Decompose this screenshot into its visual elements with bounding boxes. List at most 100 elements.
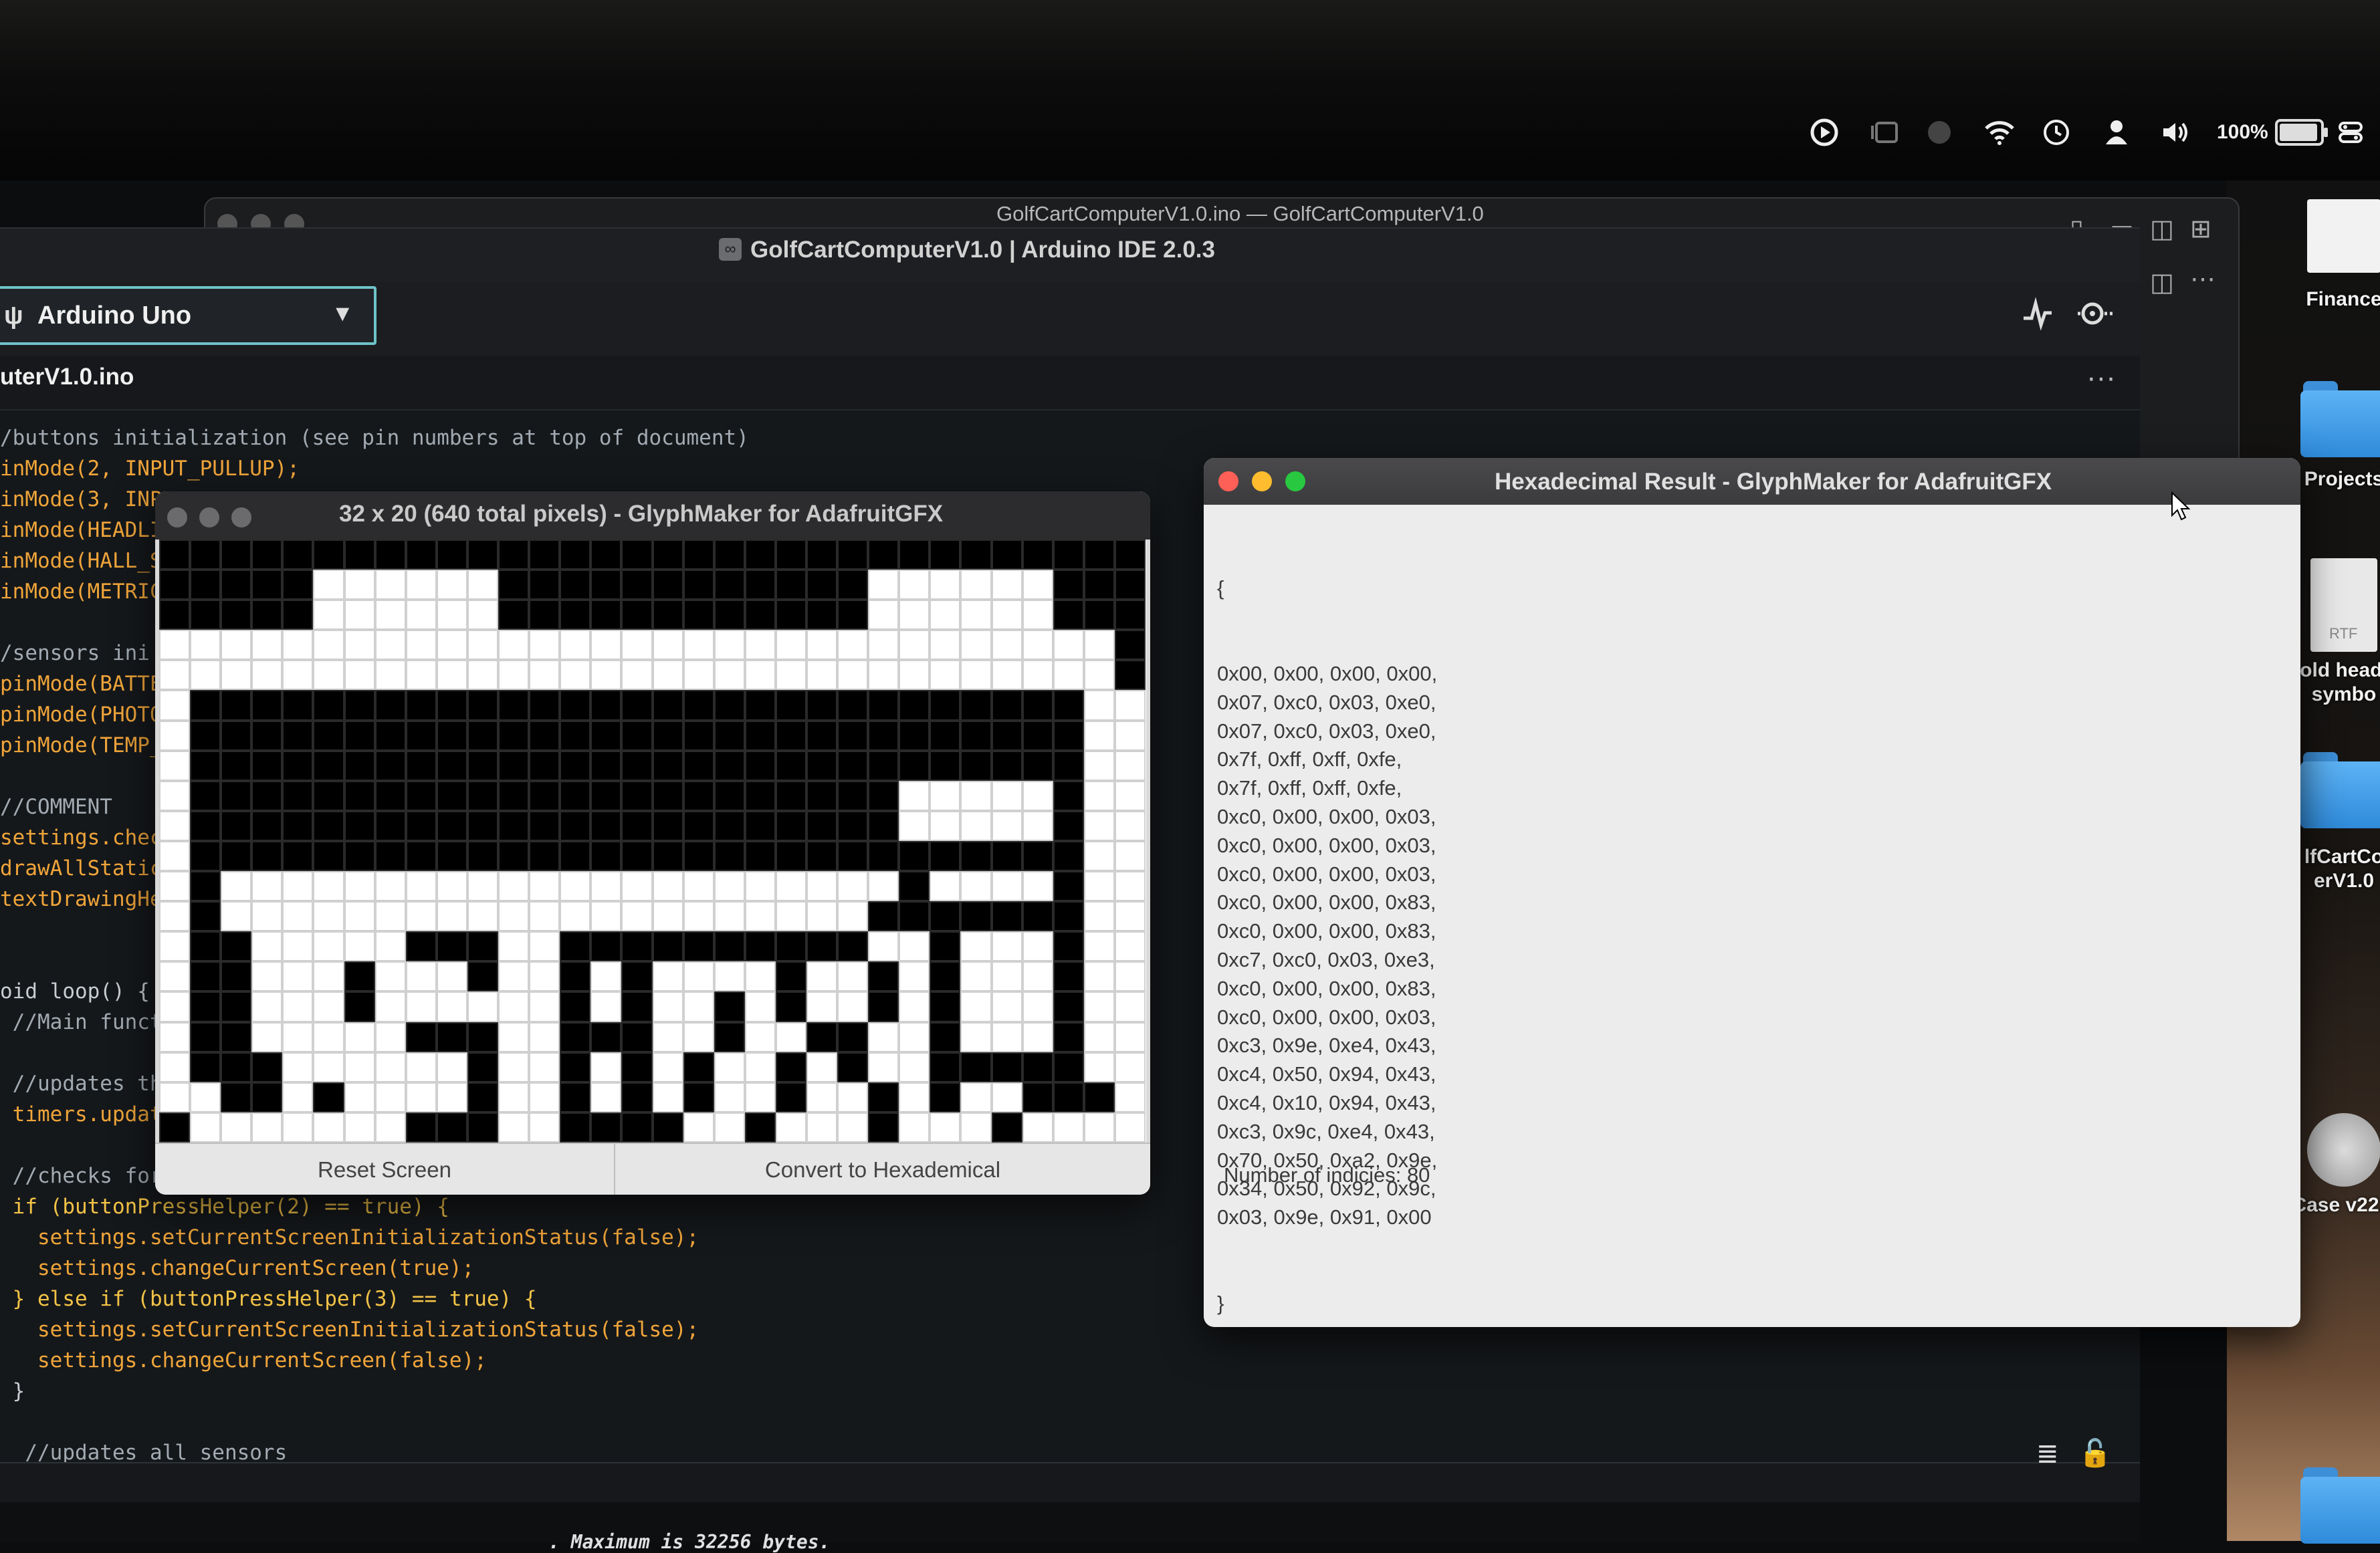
pixel-cell[interactable]: [621, 901, 653, 932]
pixel-cell[interactable]: [1114, 1022, 1146, 1052]
pixel-cell[interactable]: [1083, 660, 1115, 691]
pixel-cell[interactable]: [806, 570, 838, 600]
pixel-cell[interactable]: [775, 630, 806, 661]
window-zoom-button[interactable]: [231, 507, 251, 527]
pixel-cell[interactable]: [1083, 901, 1115, 932]
pixel-cell[interactable]: [744, 840, 776, 872]
pixel-cell[interactable]: [930, 720, 961, 751]
pixel-cell[interactable]: [221, 660, 252, 691]
pixel-cell[interactable]: [282, 540, 314, 570]
serial-monitor-icon[interactable]: [2076, 297, 2117, 339]
pixel-cell[interactable]: [560, 931, 591, 962]
pixel-cell[interactable]: [282, 600, 314, 630]
pixel-cell[interactable]: [251, 1022, 283, 1052]
pixel-cell[interactable]: [467, 810, 499, 841]
pixel-cell[interactable]: [775, 961, 806, 992]
pixel-cell[interactable]: [529, 1052, 560, 1082]
pixel-cell[interactable]: [282, 1112, 314, 1143]
pixel-cell[interactable]: [1114, 690, 1146, 721]
pixel-cell[interactable]: [374, 991, 406, 1022]
pixel-cell[interactable]: [282, 1022, 314, 1052]
pixel-cell[interactable]: [868, 720, 899, 751]
desktop-item-disk[interactable]: Case v22.s: [2292, 1113, 2380, 1217]
pixel-cell[interactable]: [775, 1022, 806, 1052]
pixel-cell[interactable]: [1114, 810, 1146, 841]
pixel-cell[interactable]: [652, 961, 683, 992]
desktop-item-projects[interactable]: Projects: [2300, 381, 2380, 491]
desktop-item-folder-bottom[interactable]: [2300, 1467, 2380, 1544]
pixel-cell[interactable]: [837, 1022, 869, 1052]
pixel-cell[interactable]: [1022, 961, 1053, 992]
pixel-cell[interactable]: [714, 1022, 745, 1052]
pixel-cell[interactable]: [683, 540, 714, 570]
pixel-cell[interactable]: [1022, 540, 1053, 570]
pixel-cell[interactable]: [590, 600, 622, 630]
pixel-cell[interactable]: [683, 720, 714, 751]
pixel-cell[interactable]: [714, 720, 745, 751]
pixel-cell[interactable]: [282, 901, 314, 932]
pixel-cell[interactable]: [930, 1082, 961, 1112]
serial-plotter-icon[interactable]: [2021, 297, 2054, 339]
pixel-cell[interactable]: [1083, 871, 1115, 902]
pixel-cell[interactable]: [436, 750, 467, 781]
pixel-cell[interactable]: [683, 780, 714, 811]
pixel-cell[interactable]: [899, 991, 930, 1022]
pixel-cell[interactable]: [868, 810, 899, 841]
pixel-cell[interactable]: [714, 810, 745, 841]
convert-to-hex-button[interactable]: Convert to Hexademical: [615, 1144, 1150, 1195]
pixel-cell[interactable]: [837, 901, 869, 932]
pixel-cell[interactable]: [313, 1082, 344, 1112]
pixel-cell[interactable]: [313, 570, 344, 600]
pixel-cell[interactable]: [806, 630, 838, 661]
pixel-cell[interactable]: [1022, 660, 1053, 691]
pixel-cell[interactable]: [1083, 931, 1115, 962]
pixel-cell[interactable]: [374, 810, 406, 841]
pixel-cell[interactable]: [991, 810, 1022, 841]
pixel-cell[interactable]: [221, 1082, 252, 1112]
pixel-cell[interactable]: [652, 1052, 683, 1082]
pixel-cell[interactable]: [714, 1082, 745, 1112]
pixel-cell[interactable]: [991, 750, 1022, 781]
pixel-cell[interactable]: [159, 690, 191, 721]
pixel-cell[interactable]: [1114, 570, 1146, 600]
pixel-cell[interactable]: [374, 901, 406, 932]
pixel-cell[interactable]: [683, 991, 714, 1022]
volume-icon[interactable]: [2157, 111, 2197, 154]
pixel-cell[interactable]: [1022, 720, 1053, 751]
pixel-cell[interactable]: [282, 720, 314, 751]
pixel-cell[interactable]: [1053, 901, 1084, 932]
pixel-cell[interactable]: [683, 600, 714, 630]
pixel-cell[interactable]: [868, 871, 899, 902]
layout-split-icon[interactable]: ◫: [2150, 214, 2174, 244]
pixel-cell[interactable]: [775, 720, 806, 751]
pixel-cell[interactable]: [621, 720, 653, 751]
pixel-cell[interactable]: [991, 1052, 1022, 1082]
pixel-cell[interactable]: [282, 871, 314, 902]
pixel-cell[interactable]: [590, 750, 622, 781]
pixel-cell[interactable]: [560, 780, 591, 811]
pixel-cell[interactable]: [313, 720, 344, 751]
pixel-cell[interactable]: [1114, 1082, 1146, 1112]
pixel-cell[interactable]: [621, 810, 653, 841]
pixel-cell[interactable]: [251, 931, 283, 962]
pixel-cell[interactable]: [775, 600, 806, 630]
pixel-cell[interactable]: [837, 871, 869, 902]
pixel-cell[interactable]: [344, 780, 375, 811]
pixel-cell[interactable]: [714, 901, 745, 932]
pixel-cell[interactable]: [806, 871, 838, 902]
pixel-cell[interactable]: [744, 810, 776, 841]
pixel-cell[interactable]: [714, 660, 745, 691]
pixel-cell[interactable]: [374, 1082, 406, 1112]
pixel-cell[interactable]: [1083, 540, 1115, 570]
pixel-cell[interactable]: [652, 810, 683, 841]
pixel-cell[interactable]: [313, 750, 344, 781]
pixel-cell[interactable]: [560, 540, 591, 570]
pixel-cell[interactable]: [1022, 780, 1053, 811]
pixel-cell[interactable]: [775, 660, 806, 691]
pixel-cell[interactable]: [652, 780, 683, 811]
pixel-cell[interactable]: [991, 660, 1022, 691]
pixel-cell[interactable]: [714, 540, 745, 570]
pixel-cell[interactable]: [251, 1112, 283, 1143]
pixel-cell[interactable]: [190, 1052, 221, 1082]
pixel-cell[interactable]: [930, 630, 961, 661]
